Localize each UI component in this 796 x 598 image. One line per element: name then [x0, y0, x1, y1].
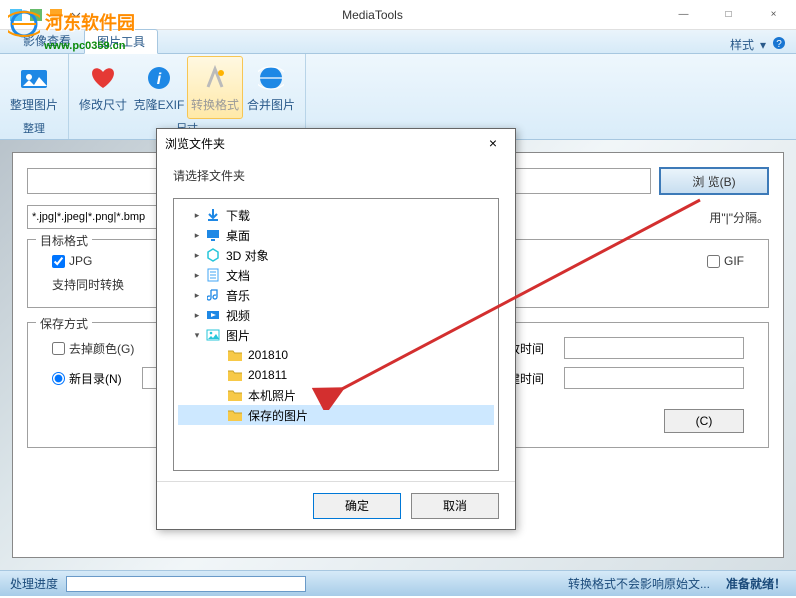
progress-label: 处理进度: [10, 575, 58, 592]
tree-item-6[interactable]: ▾ 图片: [178, 325, 494, 345]
dialog-hint: 请选择文件夹: [157, 157, 515, 194]
new-dir-radio-input[interactable]: [52, 372, 65, 385]
ribbon-group-size: 修改尺寸 i 克隆EXIF 转换格式 合并图片 尺寸: [69, 54, 306, 139]
tree-expander-icon[interactable]: ▸: [190, 290, 204, 301]
tree-item-label: 音乐: [226, 287, 250, 304]
dialog-cancel-button[interactable]: 取消: [411, 493, 499, 519]
tree-item-label: 视频: [226, 307, 250, 324]
folder-tree[interactable]: ▸ 下载 ▸ 桌面 ▸ 3D 对象 ▸ 文档 ▸ 音乐 ▸ 视频 ▾ 图片 201810 201811 本机照片…: [173, 198, 499, 471]
target-format-legend: 目标格式: [36, 232, 92, 249]
tree-item-8[interactable]: 201811: [178, 365, 494, 385]
doc-icon: [204, 267, 222, 283]
3d-icon: [204, 247, 222, 263]
remove-color-input[interactable]: [52, 342, 65, 355]
desktop-icon: [204, 227, 222, 243]
create-time-input[interactable]: [564, 367, 744, 389]
format-jpg-checkbox[interactable]: JPG: [52, 254, 92, 268]
tree-item-7[interactable]: 201810: [178, 345, 494, 365]
globe-icon: [255, 62, 287, 94]
tree-item-label: 3D 对象: [226, 247, 269, 264]
help-icon[interactable]: ?: [772, 36, 786, 53]
tree-expander-icon[interactable]: ▸: [190, 230, 204, 241]
status-bar: 处理进度 转换格式不会影响原始文... 准备就绪！: [0, 570, 796, 596]
music-icon: [204, 287, 222, 303]
convert-format-button[interactable]: 转换格式: [187, 56, 243, 119]
tree-item-label: 201810: [248, 348, 288, 362]
svg-text:i: i: [157, 71, 162, 88]
svg-text:?: ?: [776, 39, 782, 50]
filter-hint: 用"|"分隔。: [709, 209, 769, 226]
dialog-close-button[interactable]: ×: [479, 135, 507, 151]
tree-item-2[interactable]: ▸ 3D 对象: [178, 245, 494, 265]
tree-expander-icon[interactable]: ▸: [190, 310, 204, 321]
watermark-url: www.pc0359.cn: [44, 40, 135, 52]
new-dir-radio[interactable]: 新目录(N): [52, 370, 122, 387]
tree-expander-icon[interactable]: ▾: [190, 330, 204, 341]
video-icon: [204, 307, 222, 323]
watermark-logo-icon: [8, 8, 40, 40]
folder-icon: [226, 407, 244, 423]
ribbon-group-label-organize: 整理: [6, 119, 62, 137]
window-title: MediaTools: [84, 8, 661, 22]
organize-images-button[interactable]: 整理图片: [6, 56, 62, 119]
tree-item-label: 本机照片: [248, 387, 296, 404]
status-ready: 准备就绪！: [726, 575, 786, 592]
resize-button[interactable]: 修改尺寸: [75, 56, 131, 119]
tree-item-9[interactable]: 本机照片: [178, 385, 494, 405]
tree-item-label: 文档: [226, 267, 250, 284]
dialog-buttons: 确定 取消: [157, 481, 515, 529]
heart-icon: [87, 62, 119, 94]
watermark-text: 河东软件园: [45, 13, 135, 33]
progress-bar: [66, 576, 306, 592]
filter-input[interactable]: [27, 205, 157, 229]
tree-item-label: 201811: [248, 368, 287, 382]
close-button[interactable]: ×: [751, 0, 796, 30]
tree-expander-icon[interactable]: ▸: [190, 210, 204, 221]
maximize-button[interactable]: □: [706, 0, 751, 30]
tree-item-10[interactable]: 保存的图片: [178, 405, 494, 425]
tree-item-0[interactable]: ▸ 下载: [178, 205, 494, 225]
info-icon: i: [143, 62, 175, 94]
tree-item-5[interactable]: ▸ 视频: [178, 305, 494, 325]
minimize-button[interactable]: —: [661, 0, 706, 30]
style-dropdown-icon[interactable]: ▾: [760, 38, 766, 52]
download-icon: [204, 207, 222, 223]
folder-icon: [226, 347, 244, 363]
tree-item-1[interactable]: ▸ 桌面: [178, 225, 494, 245]
dialog-title: 浏览文件夹: [165, 135, 479, 152]
modify-time-input[interactable]: [564, 337, 744, 359]
dialog-titlebar[interactable]: 浏览文件夹 ×: [157, 129, 515, 157]
merge-images-button[interactable]: 合并图片: [243, 56, 299, 119]
ribbon-group-organize: 整理图片 整理: [0, 54, 69, 139]
remove-color-checkbox[interactable]: 去掉颜色(G): [52, 340, 134, 357]
gif-checkbox-input[interactable]: [707, 255, 720, 268]
status-message: 转换格式不会影响原始文...: [568, 575, 710, 592]
browse-button[interactable]: 浏 览(B): [659, 167, 769, 195]
clear-button[interactable]: (C): [664, 409, 744, 433]
format-gif-checkbox[interactable]: GIF: [707, 254, 744, 268]
tree-item-label: 图片: [226, 327, 250, 344]
tree-item-label: 下载: [226, 207, 250, 224]
organize-icon: [18, 62, 50, 94]
dialog-ok-button[interactable]: 确定: [313, 493, 401, 519]
style-menu[interactable]: 样式: [730, 36, 754, 53]
tree-item-label: 保存的图片: [248, 407, 308, 424]
folder-icon: [226, 367, 244, 383]
clone-exif-button[interactable]: i 克隆EXIF: [131, 56, 187, 119]
watermark-overlay: 河东软件园 www.pc0359.cn: [8, 8, 135, 52]
tree-expander-icon[interactable]: ▸: [190, 270, 204, 281]
tree-item-label: 桌面: [226, 227, 250, 244]
save-method-legend: 保存方式: [36, 315, 92, 332]
convert-icon: [199, 62, 231, 94]
jpg-checkbox-input[interactable]: [52, 255, 65, 268]
pictures-icon: [204, 327, 222, 343]
tree-item-4[interactable]: ▸ 音乐: [178, 285, 494, 305]
tree-item-3[interactable]: ▸ 文档: [178, 265, 494, 285]
folder-icon: [226, 387, 244, 403]
tree-expander-icon[interactable]: ▸: [190, 250, 204, 261]
browse-folder-dialog: 浏览文件夹 × 请选择文件夹 ▸ 下载 ▸ 桌面 ▸ 3D 对象 ▸ 文档 ▸ 音乐 ▸ 视频 ▾ 图片 2…: [156, 128, 516, 530]
